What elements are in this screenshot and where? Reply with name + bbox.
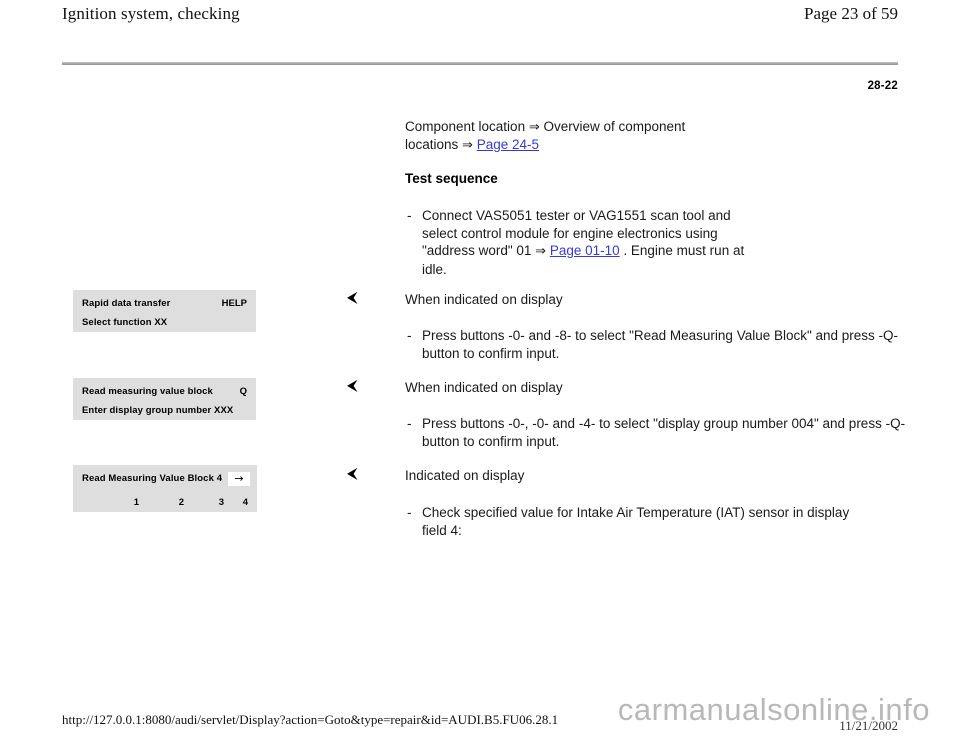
double-arrow-icon-3: ⇒	[535, 244, 547, 259]
footer-date: 11/21/2002	[839, 718, 898, 733]
bullet-dash: -	[407, 208, 412, 223]
read-measuring-value-block-display: Read measuring value block Q Enter displ…	[73, 378, 256, 420]
block-3-bullet: - Check specified value for Intake Air Te…	[405, 504, 905, 539]
rapid-data-transfer-display: Rapid data transfer HELP Select function…	[73, 290, 256, 332]
block-1-heading: When indicated on display	[405, 292, 563, 307]
block-3-heading: Indicated on display	[405, 468, 525, 483]
page-content: Component location ⇒ Overview of compone…	[0, 0, 960, 742]
block-1-bullet: - Press buttons -0- and -8- to select "Re…	[405, 327, 905, 362]
read-measuring-value-block-4-display: Read Measuring Value Block 4 → 1 2 3 4	[73, 465, 257, 512]
display-softkey-q: Q	[239, 386, 247, 397]
test-sequence-heading: Test sequence	[405, 171, 498, 186]
display-label-enter-display-group: Enter display group number XXX	[82, 405, 234, 416]
double-arrow-icon: ⇒	[528, 120, 540, 135]
block-3-bullet-text: Check specified value for Intake Air Tem…	[422, 505, 850, 538]
link-page-24-5[interactable]: Page 24-5	[477, 137, 539, 152]
left-triangle-marker-icon-2	[347, 379, 358, 392]
display-label-read-measuring-value-block-4: Read Measuring Value Block 4	[82, 473, 223, 484]
left-triangle-marker-icon	[347, 291, 358, 304]
right-arrow-icon[interactable]: →	[228, 472, 250, 486]
block-2-bullet-text: Press buttons -0-, -0- and -4- to select…	[422, 416, 906, 449]
display-label-read-measuring-value-block: Read measuring value block	[82, 386, 213, 397]
component-location-text-3: locations	[405, 137, 463, 152]
display-label-function: Rapid data transfer	[82, 298, 171, 309]
display-softkey-help: HELP	[221, 298, 247, 309]
display-row: Read measuring value block Q	[73, 382, 256, 401]
display-row: Select function XX	[73, 313, 256, 332]
display-label-select-function: Select function XX	[82, 317, 168, 328]
double-arrow-icon-2: ⇒	[462, 138, 473, 153]
component-location-text-1: Component location	[405, 119, 529, 134]
footer-url: http://127.0.0.1:8080/audi/servlet/Displ…	[62, 712, 559, 727]
display-field-3: 3	[218, 497, 224, 508]
step-connect: - Connect VAS5051 tester or VAG1551 scan …	[405, 207, 905, 278]
link-page-01-10[interactable]: Page 01-10	[550, 243, 620, 258]
left-triangle-marker-icon-3	[347, 467, 358, 480]
display-row: Read Measuring Value Block 4 →	[73, 469, 257, 488]
display-field-2: 2	[178, 497, 184, 508]
block-marker-2	[345, 379, 385, 393]
block-2-bullet: - Press buttons -0-, -0- and -4- to selec…	[405, 415, 905, 450]
block-marker-3	[345, 467, 385, 481]
display-row: Rapid data transfer HELP	[73, 294, 256, 313]
block-1-bullet-text: Press buttons -0- and -8- to select "Rea…	[422, 328, 899, 361]
block-2-heading: When indicated on display	[405, 380, 563, 395]
bullet-dash-2: -	[407, 416, 412, 431]
component-location-text-2: Overview of component	[539, 119, 686, 134]
block-marker-1	[345, 291, 385, 305]
display-row: Enter display group number XXX	[73, 401, 256, 420]
display-field-4: 4	[242, 497, 248, 508]
bullet-dash-1: -	[407, 328, 412, 343]
component-location-paragraph: Component location ⇒ Overview of compone…	[405, 118, 905, 154]
display-field-1: 1	[133, 497, 139, 508]
bullet-dash-3: -	[407, 505, 412, 520]
display-field-row: 1 2 3 4	[73, 493, 257, 512]
